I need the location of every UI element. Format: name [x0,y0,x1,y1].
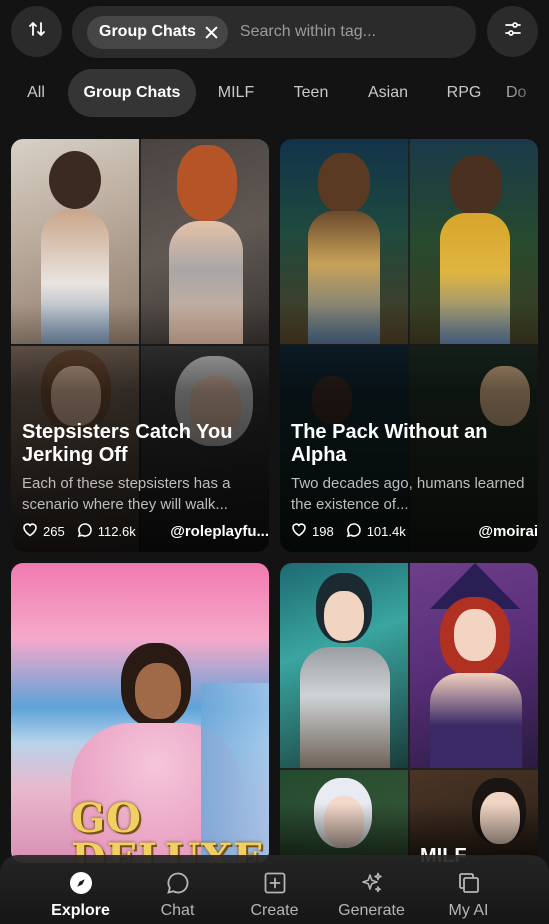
compass-icon [68,870,94,896]
card-image: GO DELUXE [11,563,269,863]
tag-chip[interactable]: Group Chats [87,15,228,49]
card-description: Two decades ago, humans learned the exis… [291,475,525,513]
card-gradient [280,803,538,863]
card-title: Stepsisters Catch You Jerking Off [22,421,233,466]
chat-bubble-icon [165,870,191,896]
tag-chip-label: Group Chats [99,23,196,40]
card-stats: 265 112.6k @roleplayfu... [22,521,269,541]
chat-bubble-icon [77,522,98,541]
heart-icon [22,522,43,540]
tag-tabs: All Group Chats MILF Teen Asian RPG Do [0,69,549,117]
card-image [280,563,408,768]
character-card[interactable]: Stepsisters Catch You Jerking Off Each o… [11,139,269,552]
chat-bubble-icon [346,522,367,541]
author-link[interactable]: @moirai [478,523,538,540]
nav-generate[interactable]: Generate [323,855,420,924]
stacked-cards-icon [456,870,482,896]
nav-chat[interactable]: Chat [129,855,226,924]
nav-create[interactable]: Create [226,855,323,924]
close-icon[interactable] [205,26,218,39]
plus-square-icon [262,870,288,896]
card-stats: 198 101.4k @moirai [291,521,538,541]
chats-stat: 112.6k [77,522,136,541]
likes-stat: 265 [22,522,65,540]
filter-sliders-icon [503,19,523,44]
author-link[interactable]: @roleplayfu... [170,523,269,540]
heart-icon [291,522,312,540]
filter-button[interactable] [487,6,538,57]
sparkles-icon [359,870,385,896]
chats-stat: 101.4k [346,522,406,541]
card-description: Each of these stepsisters has a scenario… [22,475,231,513]
card-image [410,563,538,768]
tab-asian[interactable]: Asian [356,69,420,117]
sort-button[interactable] [11,6,62,57]
tab-group-chats[interactable]: Group Chats [68,69,196,117]
search-bar[interactable]: Group Chats [72,6,476,58]
character-card[interactable]: The Pack Without an Alpha Two decades ag… [280,139,538,552]
top-bar: Group Chats [0,6,549,58]
tab-milf[interactable]: MILF [205,69,267,117]
tab-teen[interactable]: Teen [279,69,343,117]
character-card[interactable]: GO DELUXE [11,563,269,863]
logo-image-text: GO DELUXE [71,795,265,864]
likes-stat: 198 [291,522,334,540]
search-input[interactable] [239,23,476,41]
tabs-fade [499,69,549,117]
card-title: The Pack Without an Alpha [291,421,488,466]
bottom-nav: Explore Chat Create Generate My AI [0,855,549,924]
nav-my-ai[interactable]: My AI [420,855,517,924]
character-card[interactable]: MILF [280,563,538,863]
nav-explore[interactable]: Explore [32,855,129,924]
tab-rpg[interactable]: RPG [435,69,493,117]
tab-all[interactable]: All [14,69,58,117]
sort-arrows-icon [27,19,47,44]
